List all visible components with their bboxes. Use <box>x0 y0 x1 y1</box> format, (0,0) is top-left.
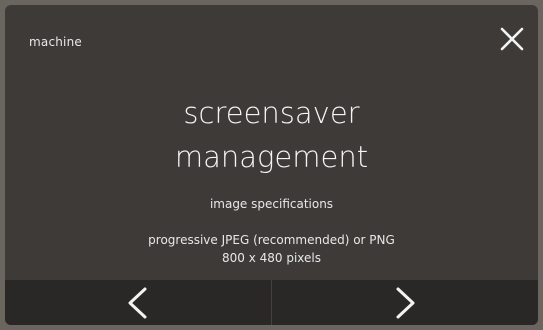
page-title-line2: management <box>174 140 369 174</box>
spec-heading: image specifications <box>209 197 334 211</box>
dimension-text: 800 x 480 pixels <box>221 251 321 265</box>
section-label: machine <box>29 35 82 49</box>
page-title-line1: screensaver <box>183 96 360 130</box>
close-button[interactable] <box>496 23 528 55</box>
format-text: progressive JPEG (recommended) or PNG <box>148 233 395 247</box>
close-icon <box>500 27 524 51</box>
bottom-nav-bar <box>5 280 538 325</box>
screen-panel: machine screensaver management image spe… <box>5 5 538 325</box>
chevron-left-icon <box>128 287 147 318</box>
next-button[interactable] <box>272 280 538 325</box>
chevron-right-icon <box>396 287 415 318</box>
previous-button[interactable] <box>5 280 272 325</box>
